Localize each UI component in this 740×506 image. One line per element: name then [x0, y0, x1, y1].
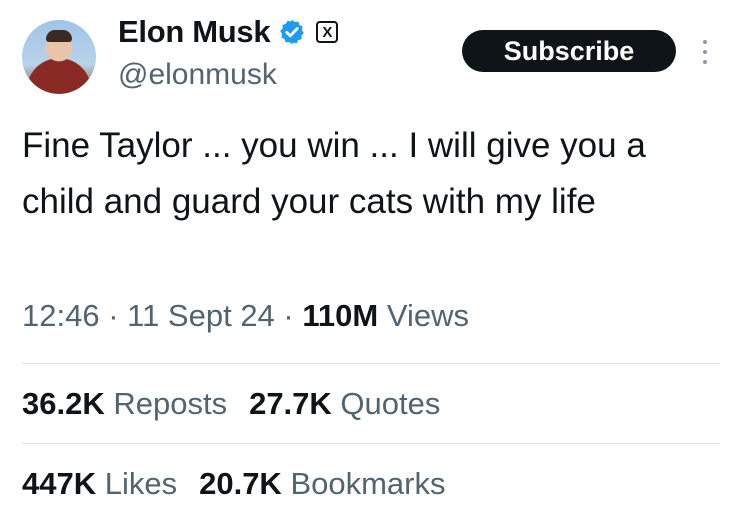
verified-badge-icon[interactable] — [278, 18, 306, 46]
divider — [22, 443, 720, 444]
bookmarks-link[interactable]: 20.7K Bookmarks — [199, 466, 445, 501]
author-handle[interactable]: @elonmusk — [118, 58, 277, 92]
bookmarks-label: Bookmarks — [281, 466, 446, 501]
reposts-label: Reposts — [104, 386, 228, 421]
x-logo-icon: X — [316, 21, 339, 43]
bookmarks-count: 20.7K — [199, 466, 282, 501]
likes-link[interactable]: 447K Likes — [22, 466, 177, 501]
engagement-row-likes-bookmarks: 447K Likes 20.7K Bookmarks — [22, 466, 446, 502]
more-dot — [703, 50, 707, 54]
reposts-link[interactable]: 36.2K Reposts — [22, 386, 227, 421]
tweet-card: Elon Musk X @elonmusk Subscribe Fine Tay… — [0, 0, 740, 506]
tweet-time[interactable]: 12:46 — [22, 298, 100, 333]
quotes-count: 27.7K — [249, 386, 332, 421]
quotes-label: Quotes — [331, 386, 441, 421]
likes-label: Likes — [96, 466, 178, 501]
more-vertical-icon[interactable] — [698, 40, 712, 64]
avatar-hair — [46, 30, 72, 42]
more-dot — [703, 40, 707, 44]
subscribe-button[interactable]: Subscribe — [462, 30, 676, 72]
likes-count: 447K — [22, 466, 97, 501]
views-label: Views — [378, 298, 469, 333]
divider — [22, 363, 720, 364]
quotes-link[interactable]: 27.7K Quotes — [249, 386, 440, 421]
avatar[interactable] — [22, 20, 96, 94]
more-dot — [703, 60, 707, 64]
author-display-name[interactable]: Elon Musk — [118, 14, 271, 50]
tweet-date[interactable]: 11 Sept 24 — [127, 298, 275, 333]
reposts-count: 36.2K — [22, 386, 105, 421]
engagement-row-reposts-quotes: 36.2K Reposts 27.7K Quotes — [22, 386, 440, 422]
meta-separator: · — [99, 298, 128, 333]
tweet-meta: 12:46 · 11 Sept 24 · 110M Views — [22, 298, 469, 334]
meta-separator: · — [274, 298, 303, 333]
tweet-text: Fine Taylor ... you win ... I will give … — [22, 126, 646, 221]
author-name-row: Elon Musk X — [118, 14, 339, 50]
views-count: 110M — [302, 298, 379, 333]
